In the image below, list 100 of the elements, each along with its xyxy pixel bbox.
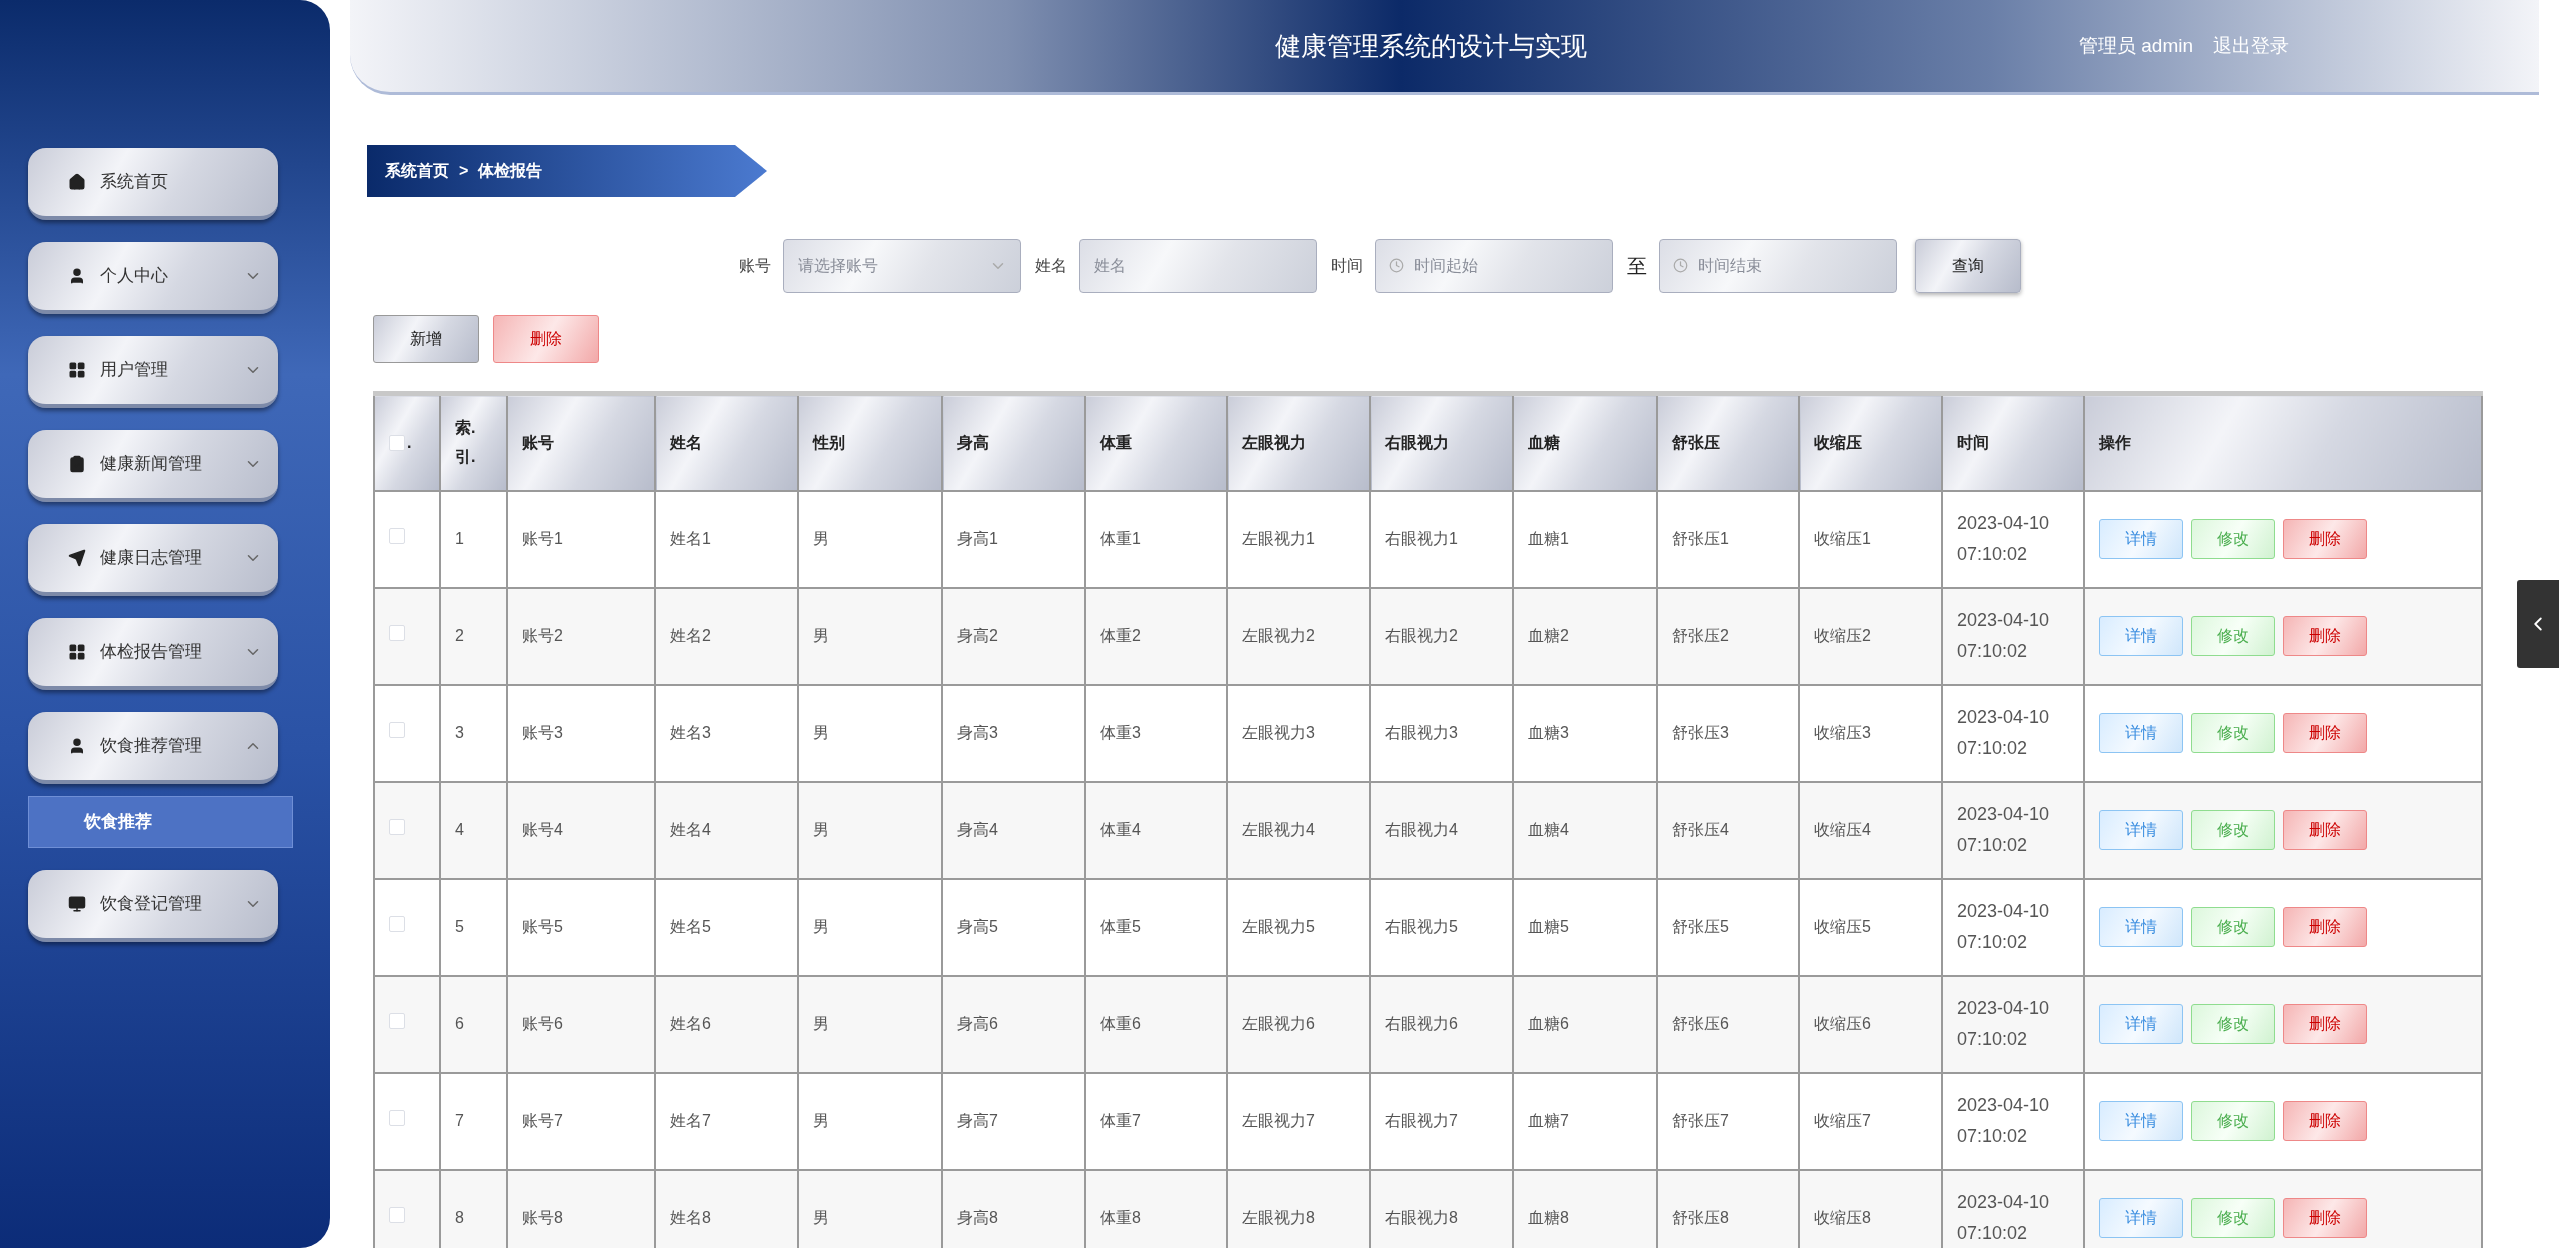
delete-button[interactable]: 删除 [2283,1198,2367,1238]
input-field[interactable]: 姓名 [1078,239,1317,293]
edit-button[interactable]: 修改 [2191,1004,2275,1044]
table-cell: 血糖7 [1513,1072,1657,1170]
checkbox[interactable] [389,722,405,738]
checkbox[interactable] [389,1013,405,1029]
delete-button[interactable]: 删除 [2283,616,2367,656]
checkbox[interactable] [389,1110,405,1126]
checkbox[interactable] [389,916,405,932]
sidebar-menu-item[interactable]: 饮食登记管理 [28,870,278,942]
sidebar-menu-item[interactable]: 用户管理 [28,336,278,408]
checkbox[interactable] [389,434,405,451]
details-button[interactable]: 详情 [2099,1101,2183,1141]
date-field[interactable]: 时间起始 [1374,239,1613,293]
table-cell: 2023-04-10 07:10:02 [1942,587,2084,685]
checkbox[interactable] [389,819,405,835]
table-cell: 收缩压2 [1799,587,1942,685]
edit-button[interactable]: 修改 [2191,713,2275,753]
details-button[interactable]: 详情 [2099,810,2183,850]
query-button[interactable]: 查询 [1914,239,2021,293]
breadcrumb-item: 体检报告 [478,161,543,181]
table-cell: 右眼视力1 [1370,490,1513,588]
table-cell: 2023-04-10 07:10:02 [1942,878,2084,976]
table-cell: 2023-04-10 07:10:02 [1942,781,2084,879]
table-cell: 血糖2 [1513,587,1657,685]
submenu-item[interactable]: 饮食推荐 [28,796,293,848]
delete-button[interactable]: 删除 [493,315,599,363]
table-cell: 2 [440,587,507,685]
table-cell: 体重3 [1085,684,1227,782]
delete-button[interactable]: 删除 [2283,907,2367,947]
table-cell: 体重4 [1085,781,1227,879]
table-cell: 身高5 [942,878,1085,976]
table-cell: 身高6 [942,975,1085,1073]
menu-label: 饮食登记管理 [100,893,203,916]
select-field[interactable]: 请选择账号 [782,239,1021,293]
edit-button[interactable]: 修改 [2191,1101,2275,1141]
sidebar-menu-item[interactable]: 个人中心 [28,242,278,314]
table-cell: 姓名5 [655,878,798,976]
column-header: 性别 [798,393,942,491]
menu-label: 系统首页 [100,171,169,194]
edit-button[interactable]: 修改 [2191,1198,2275,1238]
table-cell: 姓名7 [655,1072,798,1170]
details-button[interactable]: 详情 [2099,713,2183,753]
table-cell: 收缩压6 [1799,975,1942,1073]
table-cell: 男 [798,490,942,588]
delete-button[interactable]: 删除 [2283,1004,2367,1044]
app-title: 健康管理系统的设计与实现 [1275,29,1587,63]
column-header: 左眼视力 [1227,393,1370,491]
table-cell: 体重1 [1085,490,1227,588]
details-button[interactable]: 详情 [2099,907,2183,947]
checkbox[interactable] [389,1207,405,1223]
sidebar-menu-item[interactable]: 健康日志管理 [28,524,278,596]
column-header: 收缩压 [1799,393,1942,491]
field-label: 时间 [1330,256,1363,276]
details-button[interactable]: 详情 [2099,616,2183,656]
table-cell: 账号5 [507,878,655,976]
table-cell: 2023-04-10 07:10:02 [1942,490,2084,588]
sidebar-menu-item[interactable]: 系统首页 [28,148,278,220]
details-button[interactable]: 详情 [2099,1198,2183,1238]
sidebar-menu-item[interactable]: 健康新闻管理 [28,430,278,502]
table-cell: 收缩压4 [1799,781,1942,879]
user-label: 管理员 admin [2078,33,2193,58]
grid-icon [68,643,86,661]
add-button[interactable]: 新增 [373,315,479,363]
paper-plane-icon [68,549,86,567]
table-cell: 收缩压3 [1799,684,1942,782]
collapse-tab[interactable] [2517,580,2559,668]
table-cell: 体重5 [1085,878,1227,976]
table-cell: 2023-04-10 07:10:02 [1942,684,2084,782]
table-cell: 2023-04-10 07:10:02 [1942,1072,2084,1170]
checkbox[interactable] [389,625,405,641]
breadcrumb-item[interactable]: 系统首页 [385,159,449,183]
monitor-icon [68,895,86,913]
date-field[interactable]: 时间结束 [1658,239,1897,293]
clock-icon [1672,258,1688,273]
details-button[interactable]: 详情 [2099,1004,2183,1044]
menu-label: 体检报告管理 [100,641,203,664]
checkbox[interactable] [389,528,405,544]
table-cell: 舒张压1 [1657,490,1799,588]
sidebar-menu-item[interactable]: 体检报告管理 [28,618,278,690]
sidebar-menu-item[interactable]: 饮食推荐管理 [28,712,278,784]
edit-button[interactable]: 修改 [2191,907,2275,947]
person-icon [68,737,86,755]
table-cell: 血糖1 [1513,490,1657,588]
delete-button[interactable]: 删除 [2283,1101,2367,1141]
user-icon [68,267,86,285]
table-cell: 1 [440,490,507,588]
details-button[interactable]: 详情 [2099,519,2183,559]
table-cell: 男 [798,684,942,782]
delete-button[interactable]: 删除 [2283,713,2367,753]
column-header: 体重 [1085,393,1227,491]
table-cell: 姓名6 [655,975,798,1073]
table-cell: 右眼视力6 [1370,975,1513,1073]
edit-button[interactable]: 修改 [2191,616,2275,656]
table-cell: 血糖6 [1513,975,1657,1073]
delete-button[interactable]: 删除 [2283,519,2367,559]
menu-label: 饮食推荐管理 [100,735,203,758]
edit-button[interactable]: 修改 [2191,519,2275,559]
delete-button[interactable]: 删除 [2283,810,2367,850]
edit-button[interactable]: 修改 [2191,810,2275,850]
